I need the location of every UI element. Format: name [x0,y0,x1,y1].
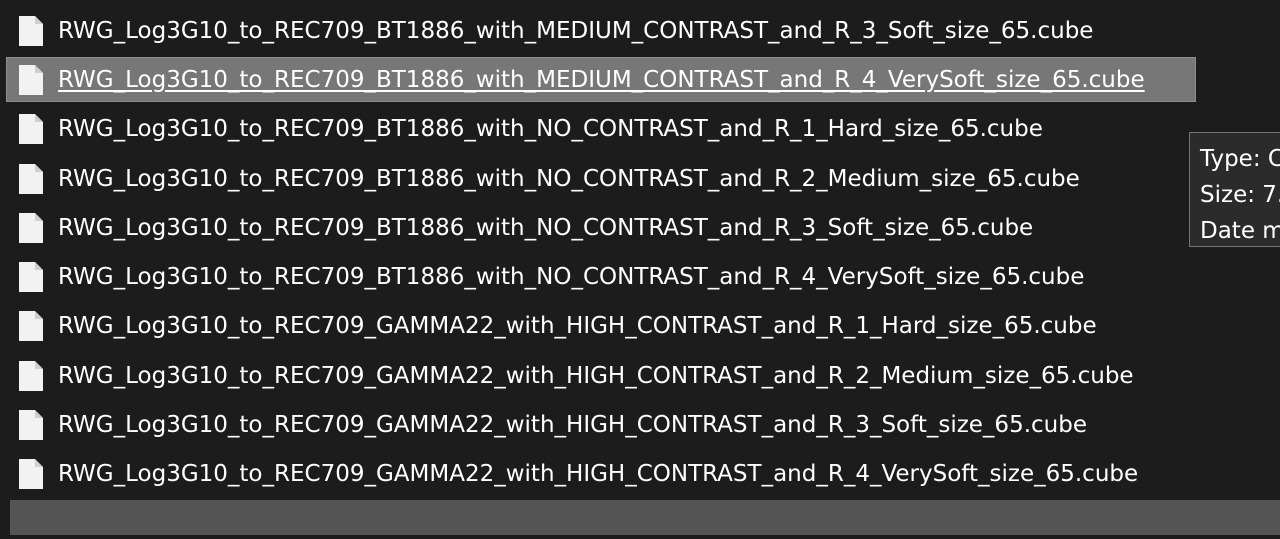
file-row[interactable]: RWG_Log3G10_to_REC709_BT1886_with_NO_CON… [0,252,1280,301]
file-row[interactable]: RWG_Log3G10_to_REC709_GAMMA22_with_HIGH_… [0,450,1280,499]
file-icon [18,360,44,392]
file-name: RWG_Log3G10_to_REC709_GAMMA22_with_HIGH_… [58,461,1139,488]
horizontal-scrollbar[interactable] [10,500,1280,535]
file-name: RWG_Log3G10_to_REC709_BT1886_with_NO_CON… [58,116,1043,143]
file-name: RWG_Log3G10_to_REC709_BT1886_with_MEDIUM… [58,17,1094,44]
file-row[interactable]: RWG_Log3G10_to_REC709_GAMMA22_with_HIGH_… [0,351,1280,400]
file-name: RWG_Log3G10_to_REC709_BT1886_with_NO_CON… [58,165,1080,192]
file-row[interactable]: RWG_Log3G10_to_REC709_BT1886_with_NO_CON… [0,154,1280,203]
file-icon [18,212,44,244]
file-icon [18,113,44,145]
file-list: RWG_Log3G10_to_REC709_BT1886_with_MEDIUM… [0,6,1280,499]
file-info-tooltip: Type: C Size: 7. Date m [1189,132,1280,247]
file-row[interactable]: RWG_Log3G10_to_REC709_BT1886_with_NO_CON… [0,203,1280,252]
file-row[interactable]: RWG_Log3G10_to_REC709_GAMMA22_with_HIGH_… [0,400,1280,449]
file-row[interactable]: RWG_Log3G10_to_REC709_BT1886_with_NO_CON… [0,105,1280,154]
file-icon [18,458,44,490]
file-row-selected[interactable]: RWG_Log3G10_to_REC709_BT1886_with_MEDIUM… [0,55,1280,104]
file-icon [18,15,44,47]
tooltip-date: Date m [1200,218,1280,244]
file-icon [18,409,44,441]
file-name: RWG_Log3G10_to_REC709_BT1886_with_MEDIUM… [58,66,1145,93]
file-name: RWG_Log3G10_to_REC709_GAMMA22_with_HIGH_… [58,362,1134,389]
file-icon [18,261,44,293]
tooltip-size: Size: 7. [1200,182,1280,208]
file-icon [18,163,44,195]
file-name: RWG_Log3G10_to_REC709_BT1886_with_NO_CON… [58,264,1085,291]
file-icon [18,64,44,96]
file-icon [18,310,44,342]
file-name: RWG_Log3G10_to_REC709_GAMMA22_with_HIGH_… [58,412,1087,439]
file-name: RWG_Log3G10_to_REC709_BT1886_with_NO_CON… [58,214,1034,241]
file-row[interactable]: RWG_Log3G10_to_REC709_GAMMA22_with_HIGH_… [0,302,1280,351]
file-name: RWG_Log3G10_to_REC709_GAMMA22_with_HIGH_… [58,313,1097,340]
file-row[interactable]: RWG_Log3G10_to_REC709_BT1886_with_MEDIUM… [0,6,1280,55]
tooltip-type: Type: C [1200,146,1280,172]
